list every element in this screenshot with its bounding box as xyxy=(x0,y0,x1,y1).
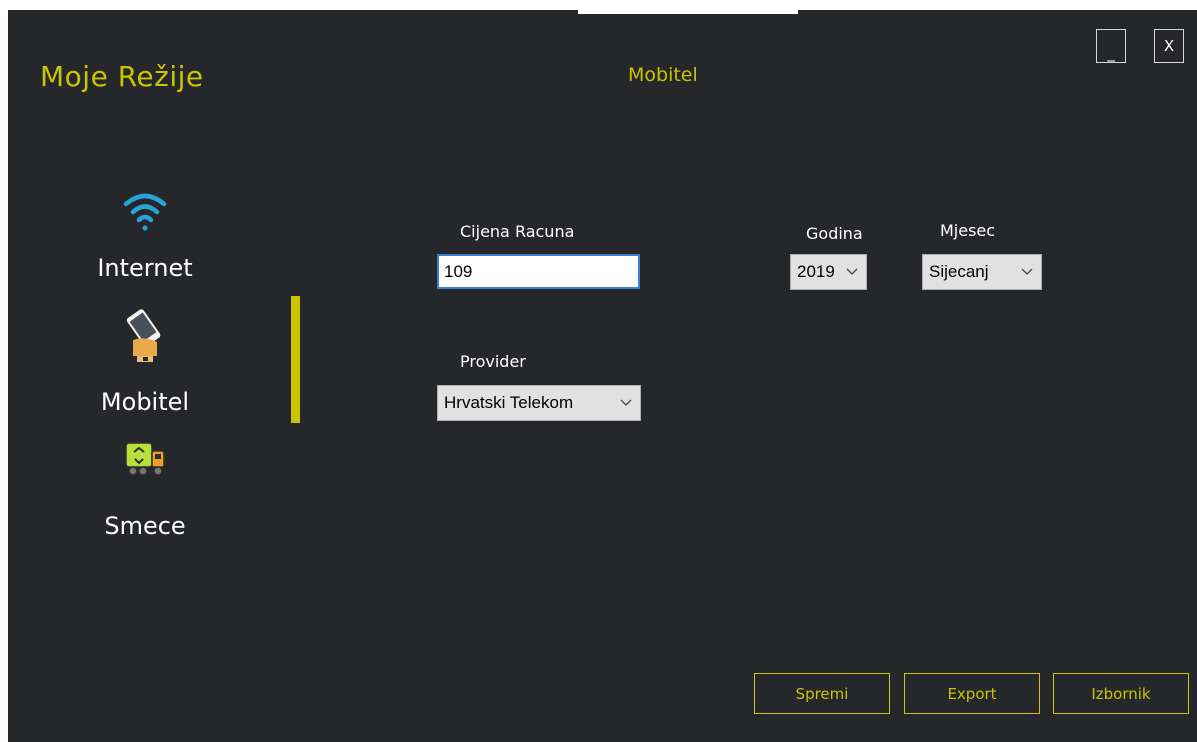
sidebar-item-internet[interactable]: Internet xyxy=(45,182,245,292)
chevron-down-icon xyxy=(1021,268,1033,275)
month-label: Mjesec xyxy=(940,221,996,240)
sidebar-item-mobitel[interactable]: Mobitel xyxy=(45,302,245,422)
page-title: Mobitel xyxy=(628,64,698,86)
garbage-truck-icon xyxy=(122,440,168,482)
menu-button[interactable]: Izbornik xyxy=(1053,673,1189,714)
save-button[interactable]: Spremi xyxy=(754,673,890,714)
sidebar-item-smece[interactable]: Smece xyxy=(45,440,245,550)
top-strip xyxy=(578,10,798,14)
year-label: Godina xyxy=(806,224,863,243)
price-label: Cijena Racuna xyxy=(460,222,575,241)
save-button-label: Spremi xyxy=(795,684,849,703)
export-button-label: Export xyxy=(947,684,997,703)
month-value: Sijecanj xyxy=(929,262,989,281)
year-value: 2019 xyxy=(797,262,835,281)
provider-select[interactable]: Hrvatski Telekom xyxy=(437,385,641,421)
provider-value: Hrvatski Telekom xyxy=(444,393,574,412)
wifi-icon xyxy=(123,190,167,236)
sidebar-item-label: Mobitel xyxy=(100,388,190,416)
app-title: Moje Režije xyxy=(40,60,204,93)
minimize-button[interactable]: _ xyxy=(1096,29,1126,63)
active-nav-indicator xyxy=(291,296,300,423)
close-button[interactable]: X xyxy=(1154,29,1184,63)
month-select[interactable]: Sijecanj xyxy=(922,254,1042,290)
chevron-down-icon xyxy=(620,399,632,406)
menu-button-label: Izbornik xyxy=(1091,684,1151,703)
provider-label: Provider xyxy=(460,352,526,371)
minimize-label: _ xyxy=(1107,44,1115,62)
sidebar-item-label: Internet xyxy=(97,254,193,282)
sidebar-item-label: Smece xyxy=(104,512,186,540)
app-window: Moje Režije Mobitel _ X Internet Mobitel… xyxy=(8,10,1197,742)
chevron-down-icon xyxy=(846,268,858,275)
year-select[interactable]: 2019 xyxy=(790,254,867,290)
export-button[interactable]: Export xyxy=(904,673,1040,714)
mobile-phone-icon xyxy=(125,306,165,368)
price-input[interactable] xyxy=(437,254,640,289)
close-label: X xyxy=(1163,37,1175,55)
